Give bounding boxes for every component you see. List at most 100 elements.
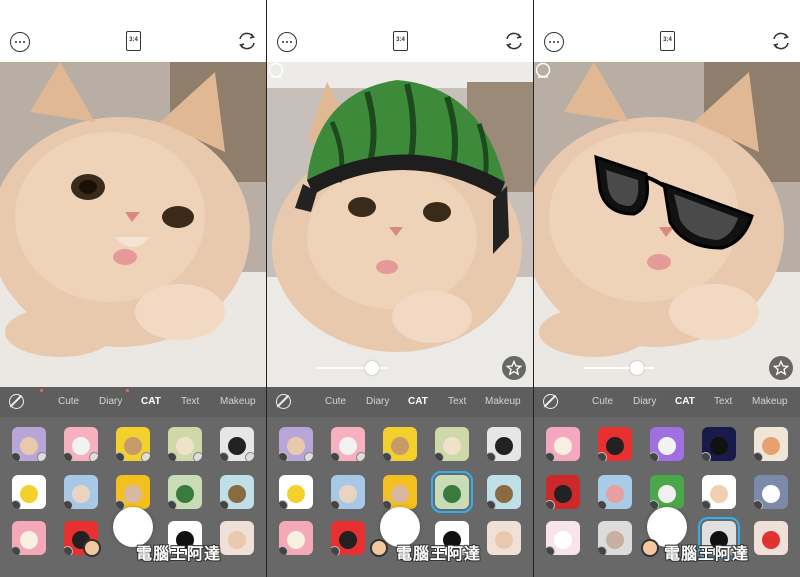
sticker-item[interactable] [64, 475, 98, 509]
sticker-item[interactable] [546, 475, 580, 509]
sticker-item[interactable] [546, 521, 580, 555]
watermark-text: 電腦王阿達 [396, 546, 482, 563]
sticker-item[interactable] [754, 475, 788, 509]
phone-panel-2: 3:4 Cute Diary CAT Text Makeup [267, 0, 533, 577]
sticker-item[interactable] [598, 427, 632, 461]
sticker-item[interactable] [116, 427, 150, 461]
sticker-item[interactable] [598, 521, 632, 555]
tab-cat[interactable]: CAT [141, 396, 161, 407]
sticker-item[interactable] [168, 475, 202, 509]
sticker-item[interactable] [12, 475, 46, 509]
compare-icon[interactable] [534, 62, 552, 80]
sticker-item[interactable] [116, 475, 150, 509]
sticker-item[interactable] [435, 427, 469, 461]
tab-diary[interactable]: Diary [366, 396, 389, 407]
sticker-item[interactable] [650, 475, 684, 509]
sticker-item[interactable] [487, 427, 521, 461]
flip-camera-icon[interactable] [504, 31, 524, 51]
slider-knob[interactable] [365, 361, 379, 375]
tab-text[interactable]: Text [181, 396, 199, 407]
camera-preview[interactable] [534, 62, 800, 387]
watermark-logo-icon [641, 539, 659, 557]
more-icon[interactable] [277, 32, 297, 52]
no-effect-icon[interactable] [9, 394, 24, 409]
sticker-item[interactable] [331, 475, 365, 509]
category-tabs: Cute Diary CAT Text Makeup [267, 387, 533, 417]
sticker-item[interactable] [383, 427, 417, 461]
sticker-item[interactable] [487, 521, 521, 555]
sticker-item-selected[interactable] [431, 471, 473, 513]
watermark-text: 電腦王阿達 [136, 546, 222, 563]
sticker-item[interactable] [220, 475, 254, 509]
phone-panel-1: 3:4 Cute Diary CAT Text Makeup [0, 0, 266, 577]
top-bar: 3:4 [534, 0, 800, 62]
category-tabs: Cute Diary CAT Text Makeup [0, 387, 266, 417]
top-bar: 3:4 [0, 0, 266, 62]
sticker-item[interactable] [702, 427, 736, 461]
sticker-tray: Cute Diary CAT Text Makeup [0, 387, 266, 577]
sticker-item[interactable] [279, 475, 313, 509]
tab-makeup[interactable]: Makeup [752, 396, 788, 407]
tab-cute[interactable]: Cute [592, 396, 613, 407]
effect-strength-slider[interactable] [584, 361, 654, 375]
more-icon[interactable] [10, 32, 30, 52]
watermark-text: 電腦王阿達 [664, 546, 750, 563]
favorite-star-icon [773, 360, 789, 376]
tab-makeup[interactable]: Makeup [485, 396, 521, 407]
sticker-item[interactable] [220, 521, 254, 555]
tab-diary[interactable]: Diary [633, 396, 656, 407]
panel-divider [533, 0, 534, 577]
sticker-grid [0, 417, 266, 577]
camera-preview[interactable] [267, 62, 533, 387]
camera-preview[interactable] [0, 62, 266, 387]
tab-cat[interactable]: CAT [675, 396, 695, 407]
tab-text[interactable]: Text [448, 396, 466, 407]
panel-divider [266, 0, 267, 577]
sticker-item[interactable] [12, 521, 46, 555]
sticker-item[interactable] [546, 427, 580, 461]
category-tabs: Cute Diary CAT Text Makeup [534, 387, 800, 417]
tab-makeup[interactable]: Makeup [220, 396, 256, 407]
sticker-item[interactable] [279, 427, 313, 461]
favorite-button[interactable] [502, 356, 526, 380]
cat-photo [0, 62, 266, 387]
aspect-ratio-button[interactable]: 3:4 [660, 31, 675, 51]
sticker-item[interactable] [650, 427, 684, 461]
aspect-ratio-button[interactable]: 3:4 [126, 31, 141, 51]
tab-diary[interactable]: Diary [99, 396, 122, 407]
cat-photo-with-sunglasses [534, 62, 800, 387]
new-indicator [126, 389, 129, 392]
slider-knob[interactable] [630, 361, 644, 375]
no-effect-icon[interactable] [543, 394, 558, 409]
tab-cat[interactable]: CAT [408, 396, 428, 407]
sticker-item[interactable] [220, 427, 254, 461]
sticker-item[interactable] [487, 475, 521, 509]
sticker-item[interactable] [702, 475, 736, 509]
aspect-ratio-button[interactable]: 3:4 [393, 31, 408, 51]
sticker-item[interactable] [383, 475, 417, 509]
sticker-item[interactable] [331, 427, 365, 461]
tab-text[interactable]: Text [714, 396, 732, 407]
watermark-logo-icon [370, 539, 388, 557]
tab-cute[interactable]: Cute [58, 396, 79, 407]
screenshot-collage: 3:4 Cute Diary CAT Text Makeup 3:4 Cute … [0, 0, 800, 577]
sticker-item[interactable] [598, 475, 632, 509]
tab-cute[interactable]: Cute [325, 396, 346, 407]
sticker-item[interactable] [64, 427, 98, 461]
sticker-item[interactable] [754, 427, 788, 461]
new-indicator [40, 389, 43, 392]
effect-strength-slider[interactable] [317, 361, 387, 375]
sticker-item[interactable] [331, 521, 365, 555]
sticker-item[interactable] [12, 427, 46, 461]
more-icon[interactable] [544, 32, 564, 52]
sticker-item[interactable] [168, 427, 202, 461]
flip-camera-icon[interactable] [771, 31, 791, 51]
flip-camera-icon[interactable] [237, 31, 257, 51]
no-effect-icon[interactable] [276, 394, 291, 409]
sticker-item[interactable] [754, 521, 788, 555]
favorite-button[interactable] [769, 356, 793, 380]
sticker-item[interactable] [279, 521, 313, 555]
top-bar: 3:4 [267, 0, 533, 62]
cat-photo-with-helmet [267, 62, 533, 387]
compare-icon[interactable] [267, 62, 285, 80]
